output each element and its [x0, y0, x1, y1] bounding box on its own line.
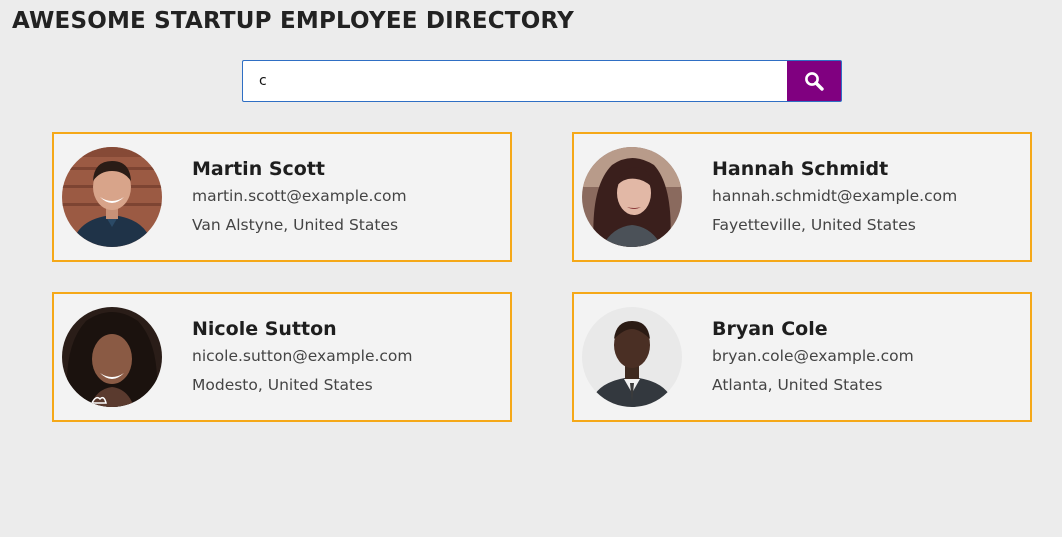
avatar: [62, 147, 162, 247]
search-input[interactable]: [242, 60, 787, 102]
search-form: [242, 60, 842, 102]
avatar: [582, 307, 682, 407]
avatar: [582, 147, 682, 247]
employee-card[interactable]: Bryan Cole bryan.cole@example.com Atlant…: [572, 292, 1032, 422]
employee-card[interactable]: Hannah Schmidt hannah.schmidt@example.co…: [572, 132, 1032, 262]
employee-location: Atlanta, United States: [712, 376, 883, 394]
page-title: AWESOME STARTUP EMPLOYEE DIRECTORY: [12, 8, 574, 34]
avatar: [62, 307, 162, 407]
employee-card[interactable]: Martin Scott martin.scott@example.com Va…: [52, 132, 512, 262]
employee-card[interactable]: Nicole Sutton nicole.sutton@example.com …: [52, 292, 512, 422]
employee-name: Bryan Cole: [712, 318, 828, 340]
employee-email: nicole.sutton@example.com: [192, 347, 413, 365]
employee-email: hannah.schmidt@example.com: [712, 187, 958, 205]
employee-name: Hannah Schmidt: [712, 158, 889, 180]
employee-email: bryan.cole@example.com: [712, 347, 914, 365]
search-button[interactable]: [787, 60, 842, 102]
employee-email: martin.scott@example.com: [192, 187, 407, 205]
employee-name: Nicole Sutton: [192, 318, 337, 340]
employee-location: Modesto, United States: [192, 376, 373, 394]
employee-location: Fayetteville, United States: [712, 216, 916, 234]
search-icon: [805, 72, 824, 91]
employee-location: Van Alstyne, United States: [192, 216, 399, 234]
employee-name: Martin Scott: [192, 158, 325, 180]
